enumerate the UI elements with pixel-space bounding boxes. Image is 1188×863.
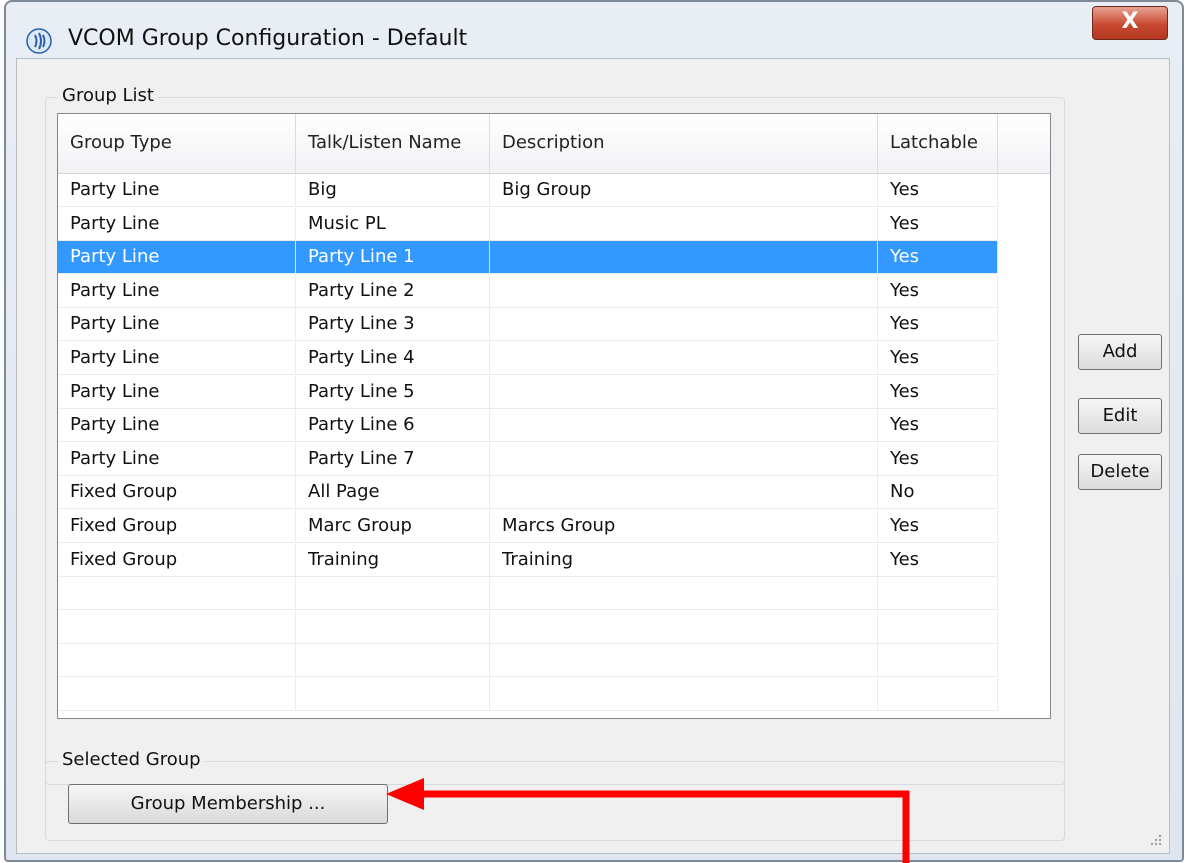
cell-group-type: Party Line: [58, 274, 296, 308]
table-row[interactable]: Party Line Party Line 5 Yes: [58, 375, 998, 409]
cell-talk-listen-name: [296, 644, 490, 678]
cell-description: Training: [490, 543, 878, 577]
table-row: [58, 577, 998, 611]
cell-latchable: Yes: [878, 510, 998, 543]
cell-group-type: Fixed Group: [58, 510, 296, 543]
cell-latchable: [878, 644, 998, 678]
group-membership-button[interactable]: Group Membership ...: [68, 784, 388, 824]
cell-description: [490, 577, 878, 611]
cell-group-type: Party Line: [58, 174, 296, 207]
cell-latchable: Yes: [878, 442, 998, 476]
cell-latchable: [878, 610, 998, 644]
cell-group-type: [58, 678, 296, 711]
cell-talk-listen-name: Party Line 7: [296, 442, 490, 476]
cell-talk-listen-name: All Page: [296, 476, 490, 510]
cell-description: [490, 442, 878, 476]
cell-talk-listen-name: Party Line 2: [296, 274, 490, 308]
table-row[interactable]: Party Line Music PL Yes: [58, 207, 998, 241]
cell-talk-listen-name: Party Line 5: [296, 375, 490, 409]
cell-talk-listen-name: [296, 577, 490, 611]
cell-group-type: Party Line: [58, 308, 296, 342]
cell-group-type: Party Line: [58, 207, 296, 241]
cell-latchable: Yes: [878, 207, 998, 241]
resize-grip-icon[interactable]: [1148, 832, 1162, 846]
table-header: Group Type Talk/Listen Name Description …: [58, 114, 1050, 174]
cell-description: [490, 241, 878, 275]
table-row: [58, 610, 998, 644]
table-row: [58, 644, 998, 678]
cell-group-type: [58, 644, 296, 678]
table-row[interactable]: Party Line Party Line 2 Yes: [58, 274, 998, 308]
cell-description: [490, 610, 878, 644]
cell-group-type: Party Line: [58, 409, 296, 443]
cell-latchable: Yes: [878, 241, 998, 275]
cell-description: Marcs Group: [490, 510, 878, 543]
cell-group-type: [58, 577, 296, 611]
column-header-latchable[interactable]: Latchable: [878, 114, 998, 174]
cell-latchable: Yes: [878, 274, 998, 308]
dialog-window: VCOM Group Configuration - Default X Gro…: [4, 0, 1184, 862]
vcom-app-icon: [26, 28, 52, 54]
cell-latchable: Yes: [878, 543, 998, 577]
cell-latchable: Yes: [878, 308, 998, 342]
cell-talk-listen-name: Big: [296, 174, 490, 207]
cell-talk-listen-name: Marc Group: [296, 510, 490, 543]
cell-latchable: [878, 577, 998, 611]
cell-description: [490, 375, 878, 409]
cell-description: [490, 207, 878, 241]
table-row[interactable]: Party Line Party Line 6 Yes: [58, 409, 998, 443]
table-row[interactable]: Fixed Group Marc Group Marcs Group Yes: [58, 510, 998, 543]
table-row[interactable]: Party Line Party Line 4 Yes: [58, 342, 998, 375]
close-icon: X: [1121, 9, 1139, 34]
cell-group-type: Party Line: [58, 442, 296, 476]
cell-latchable: Yes: [878, 409, 998, 443]
column-header-group-type[interactable]: Group Type: [58, 114, 296, 174]
cell-latchable: Yes: [878, 342, 998, 375]
edit-button[interactable]: Edit: [1078, 398, 1162, 434]
cell-talk-listen-name: Party Line 1: [296, 241, 490, 275]
selected-group-legend: Selected Group: [58, 749, 205, 770]
cell-description: [490, 308, 878, 342]
cell-description: [490, 476, 878, 510]
table-row[interactable]: Party Line Big Big Group Yes: [58, 174, 998, 207]
cell-talk-listen-name: [296, 610, 490, 644]
add-button[interactable]: Add: [1078, 334, 1162, 370]
cell-latchable: [878, 678, 998, 711]
table-row[interactable]: Fixed Group Training Training Yes: [58, 543, 998, 577]
table-row[interactable]: Party Line Party Line 1 Yes: [58, 241, 998, 275]
cell-latchable: Yes: [878, 174, 998, 207]
cell-latchable: Yes: [878, 375, 998, 409]
cell-group-type: Party Line: [58, 342, 296, 375]
cell-talk-listen-name: Party Line 3: [296, 308, 490, 342]
close-button[interactable]: X: [1092, 6, 1168, 40]
cell-group-type: [58, 610, 296, 644]
cell-description: [490, 409, 878, 443]
cell-talk-listen-name: Music PL: [296, 207, 490, 241]
table-row[interactable]: Party Line Party Line 3 Yes: [58, 308, 998, 342]
cell-group-type: Party Line: [58, 375, 296, 409]
table-row[interactable]: Party Line Party Line 7 Yes: [58, 442, 998, 476]
cell-group-type: Fixed Group: [58, 476, 296, 510]
window-title: VCOM Group Configuration - Default: [68, 26, 468, 51]
table-row[interactable]: Fixed Group All Page No: [58, 476, 998, 510]
cell-description: [490, 678, 878, 711]
cell-talk-listen-name: Party Line 6: [296, 409, 490, 443]
cell-description: [490, 274, 878, 308]
cell-group-type: Fixed Group: [58, 543, 296, 577]
delete-button[interactable]: Delete: [1078, 454, 1162, 490]
table-row: [58, 678, 998, 711]
dialog-client-area: Group List Group Type Talk/Listen Name D…: [16, 58, 1170, 854]
cell-talk-listen-name: Party Line 4: [296, 342, 490, 375]
cell-latchable: No: [878, 476, 998, 510]
group-list-legend: Group List: [58, 85, 158, 106]
cell-description: [490, 644, 878, 678]
cell-talk-listen-name: Training: [296, 543, 490, 577]
cell-description: [490, 342, 878, 375]
cell-talk-listen-name: [296, 678, 490, 711]
column-header-talk-listen-name[interactable]: Talk/Listen Name: [296, 114, 490, 174]
group-list-table[interactable]: Group Type Talk/Listen Name Description …: [57, 113, 1051, 719]
column-header-description[interactable]: Description: [490, 114, 878, 174]
cell-group-type: Party Line: [58, 241, 296, 275]
cell-description: Big Group: [490, 174, 878, 207]
